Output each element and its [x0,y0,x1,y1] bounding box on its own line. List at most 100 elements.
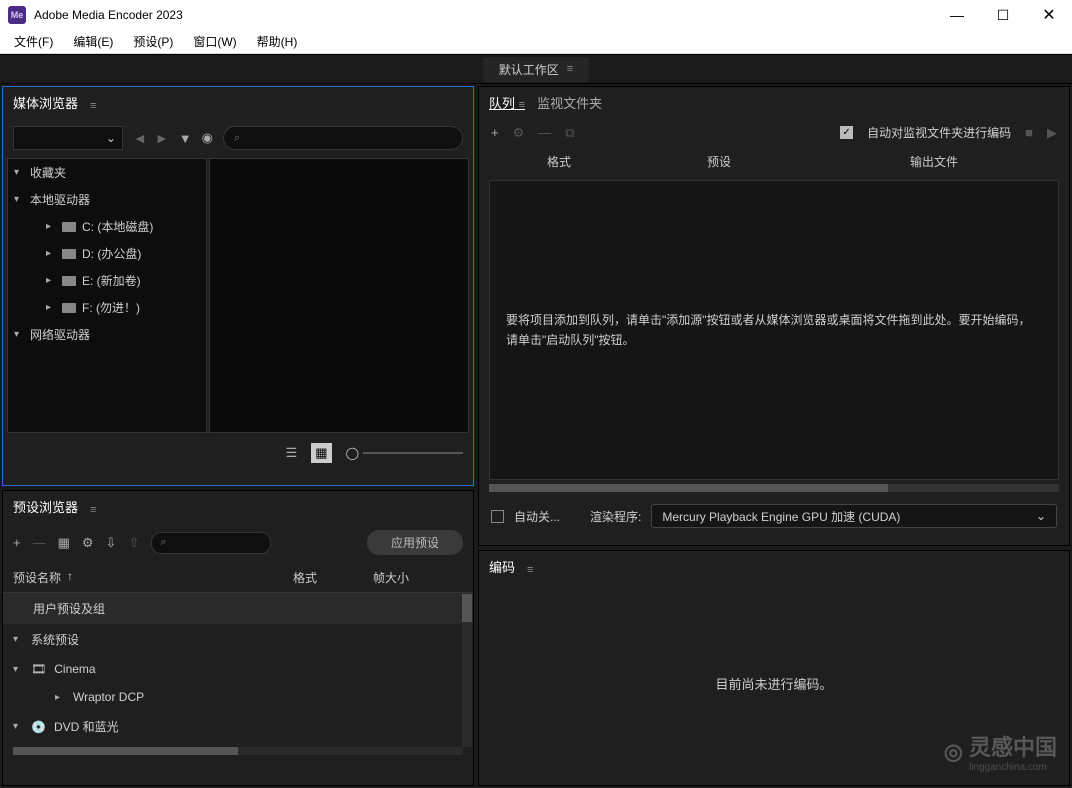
tree-drive-c[interactable]: ▸C: (本地磁盘) [8,213,206,240]
chevron-down-icon: ⌄ [106,131,116,145]
titlebar: Me Adobe Media Encoder 2023 — ☐ ✕ [0,0,1072,30]
back-button[interactable]: ◄ [133,130,147,146]
tab-preset-browser[interactable]: 预设浏览器 [13,497,78,522]
queue-drop-zone[interactable]: 要将项目添加到队列，请单击"添加源"按钮或者从媒体浏览器或桌面将文件拖到此处。要… [489,180,1059,480]
chevron-right-icon: ▸ [46,302,56,313]
chevron-down-icon: ▾ [14,194,24,205]
col-preset-name[interactable]: 预设名称↑ [13,569,293,586]
preset-settings-button[interactable]: ⚙ [82,535,94,551]
tree-network-drives[interactable]: ▾网络驱动器 [8,321,206,348]
menu-edit[interactable]: 编辑(E) [63,31,123,52]
minimize-button[interactable]: — [934,0,980,30]
queue-panel: 队列 ≡ 监视文件夹 + ⚙ — ⧉ ✓ 自动对监视文件夹进行编码 ■ ▶ 格式… [478,86,1070,546]
renderer-dropdown[interactable]: Mercury Playback Engine GPU 加速 (CUDA) ⌄ [651,504,1057,528]
tree-local-drives[interactable]: ▾本地驱动器 [8,186,206,213]
workspace-selector[interactable]: 默认工作区 ≡ [483,57,589,82]
tab-media-browser[interactable]: 媒体浏览器 [13,93,78,118]
preset-scrollbar[interactable] [462,594,472,747]
tree-drive-d[interactable]: ▸D: (办公盘) [8,240,206,267]
chevron-down-icon: ▾ [14,167,24,178]
disk-icon [62,222,76,232]
media-browser-panel: 媒体浏览器 ≡ ⌄ ◄ ► ▼ ◉ ⌕ ▾收藏夹 ▾本地驱动器 ▸C: (本地磁… [2,86,474,486]
tree-drive-f[interactable]: ▸F: (勿进！) [8,294,206,321]
tree-favorites[interactable]: ▾收藏夹 [8,159,206,186]
chevron-down-icon: ▾ [13,664,23,675]
filter-icon[interactable]: ▼ [179,131,192,146]
preset-user-group[interactable]: 用户预设及组 [3,593,473,624]
auto-off-checkbox[interactable] [491,510,504,523]
queue-empty-message: 要将项目添加到队列，请单击"添加源"按钮或者从媒体浏览器或桌面将文件拖到此处。要… [506,310,1042,351]
chevron-right-icon: ▸ [55,692,65,703]
app-icon: Me [8,6,26,24]
remove-preset-button[interactable]: — [33,535,46,550]
renderer-label: 渲染程序: [590,508,641,525]
thumbnail-view-button[interactable]: ▦ [311,443,331,463]
remove-button[interactable]: — [538,125,551,140]
hamburger-icon: ≡ [567,63,573,75]
queue-settings-button[interactable]: ⚙ [513,125,525,141]
preset-dvd[interactable]: ▾💿DVD 和蓝光 [3,711,473,742]
media-preview [209,158,469,433]
zoom-knob-icon: ◯ [346,446,359,460]
chevron-down-icon: ▾ [13,721,23,732]
stop-button[interactable]: ■ [1025,125,1033,140]
start-queue-button[interactable]: ▶ [1047,125,1057,141]
col-format: 格式 [499,153,619,170]
tree-drive-e[interactable]: ▸E: (新加卷) [8,267,206,294]
tab-queue[interactable]: 队列 ≡ [489,93,525,118]
film-icon: 🎞 [31,662,46,676]
chevron-right-icon: ▸ [46,221,56,232]
add-preset-button[interactable]: + [13,535,21,550]
panel-menu-icon[interactable]: ≡ [90,504,96,516]
chevron-down-icon: ▾ [13,634,23,645]
chevron-right-icon: ▸ [46,275,56,286]
panel-menu-icon[interactable]: ≡ [90,100,96,112]
menu-file[interactable]: 文件(F) [4,31,63,52]
panel-menu-icon[interactable]: ≡ [527,564,533,576]
menu-window[interactable]: 窗口(W) [183,31,246,52]
preset-cinema[interactable]: ▾🎞Cinema [3,655,473,683]
media-search-input[interactable]: ⌕ [223,126,463,150]
tab-encoding[interactable]: 编码 [489,557,515,582]
watermark: ◎ 灵感中国 lingganchina.com [944,730,1057,773]
menu-preset[interactable]: 预设(P) [123,31,183,52]
ingest-icon[interactable]: ◉ [202,130,213,146]
col-framesize[interactable]: 帧大小 [373,569,463,586]
col-format[interactable]: 格式 [293,569,373,586]
duplicate-button[interactable]: ⧉ [565,125,574,141]
preset-search-input[interactable]: ⌕ [151,532,271,554]
close-button[interactable]: ✕ [1026,0,1072,30]
watermark-logo-icon: ◎ [944,739,963,765]
queue-hscrollbar[interactable] [489,484,1059,492]
zoom-slider[interactable]: ◯ [346,446,463,460]
preset-system[interactable]: ▾系统预设 [3,624,473,655]
new-group-button[interactable]: ▦ [58,535,70,551]
media-tree: ▾收藏夹 ▾本地驱动器 ▸C: (本地磁盘) ▸D: (办公盘) ▸E: (新加… [7,158,207,433]
slider-track [363,452,463,454]
menu-help[interactable]: 帮助(H) [247,31,308,52]
encoding-status: 目前尚未进行编码。 [715,674,832,693]
col-preset: 预设 [619,153,819,170]
add-source-button[interactable]: + [491,125,499,140]
chevron-down-icon: ⌄ [1036,509,1046,523]
preset-wraptor[interactable]: ▸Wraptor DCP [3,683,473,711]
list-view-button[interactable]: ☰ [286,445,298,461]
preset-hscrollbar[interactable] [13,747,463,755]
encoding-panel: 编码 ≡ 目前尚未进行编码。 ◎ 灵感中国 lingganchina.com [478,550,1070,786]
auto-encode-checkbox[interactable]: ✓ [840,126,853,139]
col-output: 输出文件 [819,153,1049,170]
disk-icon [62,249,76,259]
apply-preset-button[interactable]: 应用预设 [367,530,463,555]
disk-icon [62,276,76,286]
renderer-value: Mercury Playback Engine GPU 加速 (CUDA) [662,508,900,525]
auto-off-label: 自动关... [514,508,560,525]
preset-list: 用户预设及组 ▾系统预设 ▾🎞Cinema ▸Wraptor DCP ▾💿DVD… [3,592,473,747]
maximize-button[interactable]: ☐ [980,0,1026,30]
export-button[interactable]: ⇧ [128,535,139,551]
forward-button[interactable]: ► [155,130,169,146]
tab-watch-folders[interactable]: 监视文件夹 [537,93,602,118]
workspace-label: 默认工作区 [499,61,559,78]
import-button[interactable]: ⇩ [106,535,117,551]
hamburger-icon: ≡ [519,99,525,111]
path-dropdown[interactable]: ⌄ [13,126,123,150]
